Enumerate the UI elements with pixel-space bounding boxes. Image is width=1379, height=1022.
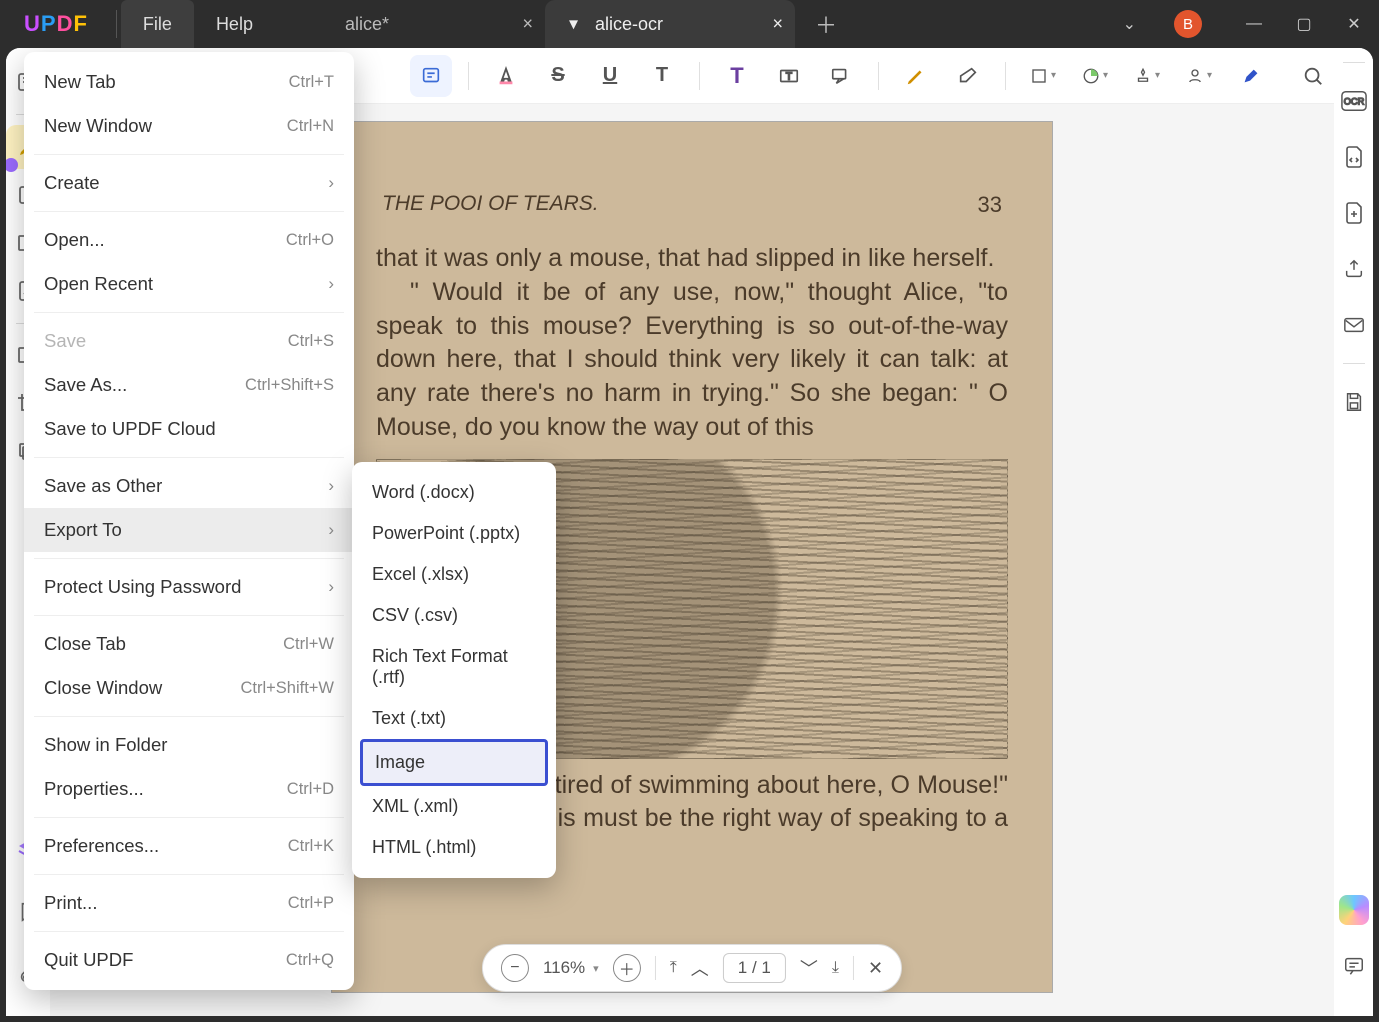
callout-icon[interactable] <box>820 55 862 97</box>
tab-label: alice* <box>345 14 389 35</box>
shape-icon[interactable] <box>1022 55 1064 97</box>
file-menu: New TabCtrl+T New WindowCtrl+N Create› O… <box>24 52 354 990</box>
eraser-icon[interactable] <box>947 55 989 97</box>
menu-file[interactable]: File <box>121 0 194 48</box>
minimize-button[interactable]: ― <box>1229 15 1279 33</box>
textbox-icon[interactable]: T <box>768 55 810 97</box>
svg-text:T: T <box>786 71 792 82</box>
zoom-in-button[interactable]: ＋ <box>613 954 641 982</box>
export-xml[interactable]: XML (.xml) <box>360 786 548 827</box>
menu-help[interactable]: Help <box>194 0 275 48</box>
zoom-bar: − 116% ＋ ⤒ ︿ 1 / 1 ﹀ ⤓ ✕ <box>482 944 902 992</box>
menu-export-to[interactable]: Export To› <box>24 508 354 552</box>
menu-properties[interactable]: Properties...Ctrl+D <box>24 767 354 811</box>
tab-menu-icon[interactable]: ▾ <box>569 14 578 35</box>
underline-icon[interactable]: U <box>589 55 631 97</box>
export-powerpoint[interactable]: PowerPoint (.pptx) <box>360 513 548 554</box>
signature-icon[interactable] <box>1178 55 1220 97</box>
menu-print[interactable]: Print...Ctrl+P <box>24 881 354 925</box>
menu-quit[interactable]: Quit UPDFCtrl+Q <box>24 938 354 982</box>
export-submenu: Word (.docx) PowerPoint (.pptx) Excel (.… <box>352 462 556 878</box>
close-window-button[interactable]: ✕ <box>1329 14 1379 34</box>
menu-close-window[interactable]: Close WindowCtrl+Shift+W <box>24 666 354 710</box>
menu-save-as[interactable]: Save As...Ctrl+Shift+S <box>24 363 354 407</box>
tab-alice-ocr[interactable]: ▾ alice-ocr × <box>545 0 795 48</box>
tab-alice[interactable]: alice* × <box>295 0 545 48</box>
first-page-icon[interactable]: ⤒ <box>670 959 677 977</box>
ai-assistant-icon[interactable] <box>1334 890 1373 930</box>
pencil-icon[interactable] <box>895 55 937 97</box>
maximize-button[interactable]: ▢ <box>1279 14 1329 34</box>
page-indicator[interactable]: 1 / 1 <box>723 953 786 983</box>
menu-new-tab[interactable]: New TabCtrl+T <box>24 60 354 104</box>
stamp-icon[interactable] <box>1126 55 1168 97</box>
export-image[interactable]: Image <box>360 739 548 786</box>
comments-icon[interactable] <box>1334 946 1373 986</box>
zoom-out-button[interactable]: − <box>501 954 529 982</box>
email-icon[interactable] <box>1334 305 1373 345</box>
new-tab-button[interactable]: ＋ <box>795 0 857 48</box>
close-zoombar-icon[interactable]: ✕ <box>868 958 883 979</box>
save-icon[interactable] <box>1334 382 1373 422</box>
menu-open-recent[interactable]: Open Recent› <box>24 262 354 306</box>
menu-preferences[interactable]: Preferences...Ctrl+K <box>24 824 354 868</box>
pen-sign-icon[interactable] <box>1230 55 1272 97</box>
titlebar: UPDF File Help alice* × ▾ alice-ocr × ＋ … <box>0 0 1379 48</box>
next-page-icon[interactable]: ﹀ <box>800 955 818 981</box>
export-rtf[interactable]: Rich Text Format (.rtf) <box>360 636 548 698</box>
last-page-icon[interactable]: ⤓ <box>832 959 839 977</box>
highlight-text-icon[interactable] <box>485 55 527 97</box>
menu-protect[interactable]: Protect Using Password› <box>24 565 354 609</box>
avatar[interactable]: B <box>1174 10 1202 38</box>
menu-save: SaveCtrl+S <box>24 319 354 363</box>
sticker-icon[interactable] <box>1074 55 1116 97</box>
menu-save-other[interactable]: Save as Other› <box>24 464 354 508</box>
export-excel[interactable]: Excel (.xlsx) <box>360 554 548 595</box>
export-html[interactable]: HTML (.html) <box>360 827 548 868</box>
tab-strip: alice* × ▾ alice-ocr × ＋ <box>295 0 857 48</box>
zoom-dropdown[interactable]: 116% <box>543 958 599 978</box>
export-word[interactable]: Word (.docx) <box>360 472 548 513</box>
prev-page-icon[interactable]: ︿ <box>691 955 709 981</box>
menu-show-folder[interactable]: Show in Folder <box>24 723 354 767</box>
convert-icon[interactable] <box>1334 137 1373 177</box>
tab-label: alice-ocr <box>595 14 663 35</box>
menu-close-tab[interactable]: Close TabCtrl+W <box>24 622 354 666</box>
tabs-dropdown-icon[interactable]: ⌄ <box>1103 14 1156 34</box>
ocr-icon[interactable]: OCR <box>1334 81 1373 121</box>
menu-create[interactable]: Create› <box>24 161 354 205</box>
app-logo: UPDF <box>0 0 112 48</box>
close-icon[interactable]: × <box>522 14 533 35</box>
right-sidebar: OCR <box>1334 48 1373 1016</box>
strikethrough-icon[interactable]: S <box>537 55 579 97</box>
search-icon[interactable] <box>1292 55 1334 97</box>
page-number: 33 <box>978 192 1002 218</box>
text-tool-icon[interactable]: T <box>716 55 758 97</box>
svg-text:OCR: OCR <box>1344 97 1365 107</box>
share-icon[interactable] <box>1334 249 1373 289</box>
compress-icon[interactable] <box>1334 193 1373 233</box>
page-header-title: THE POOI OF TEARS. <box>382 192 599 218</box>
squiggly-icon[interactable]: T <box>641 55 683 97</box>
export-csv[interactable]: CSV (.csv) <box>360 595 548 636</box>
close-icon[interactable]: × <box>772 14 783 35</box>
note-icon[interactable] <box>410 55 452 97</box>
menu-new-window[interactable]: New WindowCtrl+N <box>24 104 354 148</box>
export-text[interactable]: Text (.txt) <box>360 698 548 739</box>
menu-save-cloud[interactable]: Save to UPDF Cloud <box>24 407 354 451</box>
menu-open[interactable]: Open...Ctrl+O <box>24 218 354 262</box>
